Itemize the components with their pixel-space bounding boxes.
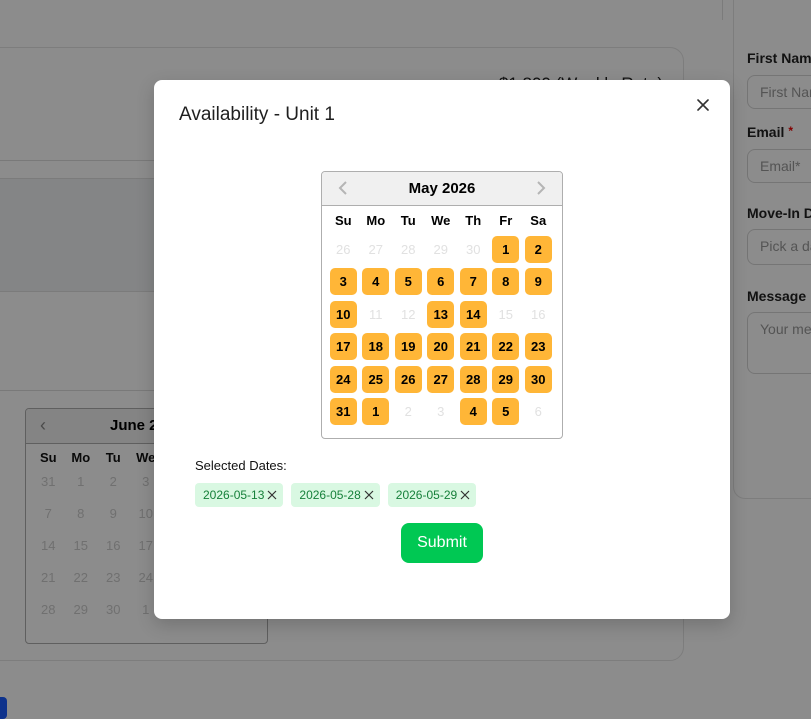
calendar-day-unavailable: 15: [498, 306, 513, 322]
calendar-day-unavailable: 16: [531, 306, 546, 322]
selected-date-text: 2026-05-13: [203, 488, 265, 502]
weekday-label: Fr: [499, 213, 513, 228]
close-icon: [364, 490, 374, 500]
calendar-day-unavailable: 28: [401, 241, 416, 257]
selected-date-text: 2026-05-29: [395, 488, 458, 502]
calendar-day-available[interactable]: 25: [362, 365, 390, 393]
calendar-day-available[interactable]: 29: [492, 365, 520, 393]
calendar-day-unavailable: 27: [368, 241, 383, 257]
calendar-header: May 2026: [322, 172, 562, 206]
submit-button[interactable]: Submit: [401, 523, 483, 563]
calendar-day-available[interactable]: 21: [459, 333, 487, 361]
calendar-day-available[interactable]: 6: [427, 268, 455, 296]
calendar-week: 3456789: [327, 266, 562, 299]
weekday-label: Tu: [400, 213, 416, 228]
calendar-day-available[interactable]: 22: [492, 333, 520, 361]
calendar-day-unavailable: 12: [401, 306, 416, 322]
calendar-day-available[interactable]: 28: [459, 365, 487, 393]
close-button[interactable]: [692, 94, 714, 116]
remove-date-button[interactable]: [364, 490, 374, 500]
calendar-weekdays: Su Mo Tu We Th Fr Sa: [322, 206, 562, 228]
calendar-week: 24 25 26 27 28 29 30: [327, 363, 562, 396]
calendar-day-available[interactable]: 3: [329, 268, 357, 296]
calendar-day-unavailable: 30: [466, 241, 481, 257]
close-icon: [267, 490, 277, 500]
calendar-day-available[interactable]: 8: [492, 268, 520, 296]
calendar-day-unavailable: 11: [369, 306, 383, 322]
remove-date-button[interactable]: [267, 490, 277, 500]
calendar-day-unavailable: 29: [433, 241, 448, 257]
calendar-week: 17 18 19 20 21 22 23: [327, 331, 562, 364]
modal-title: Availability - Unit 1: [179, 104, 335, 125]
selected-date-chip: 2026-05-29: [387, 483, 477, 507]
calendar-day-available[interactable]: 30: [524, 365, 552, 393]
calendar-day-available[interactable]: 31: [329, 398, 357, 426]
calendar-day-available[interactable]: 1: [492, 235, 520, 263]
weekday-label: Su: [334, 213, 352, 228]
calendar-day-available[interactable]: 5: [492, 398, 520, 426]
calendar-day-available[interactable]: 27: [427, 365, 455, 393]
calendar-day-available[interactable]: 26: [394, 365, 422, 393]
close-icon: [697, 99, 709, 111]
next-month-button[interactable]: [530, 177, 552, 199]
calendar-month-title: May 2026: [408, 180, 476, 197]
calendar-day-available[interactable]: 20: [427, 333, 455, 361]
calendar-day-available[interactable]: 13: [427, 300, 455, 328]
weekday-label: Sa: [530, 213, 547, 228]
calendar-day-available[interactable]: 4: [362, 268, 390, 296]
calendar-day-available[interactable]: 19: [394, 333, 422, 361]
calendar-day-available[interactable]: 14: [459, 300, 487, 328]
calendar-day-available[interactable]: 2: [524, 235, 552, 263]
calendar-day-available[interactable]: 9: [524, 268, 552, 296]
calendar-day-available[interactable]: 23: [524, 333, 552, 361]
weekday-label: Mo: [366, 213, 386, 228]
selected-dates-label: Selected Dates:: [195, 458, 287, 473]
calendar-day-unavailable: 6: [534, 404, 542, 420]
calendar-week: 26 27 28 29 30 1 2: [327, 233, 562, 266]
chevron-right-icon: [537, 181, 546, 195]
calendar-day-available[interactable]: 5: [394, 268, 422, 296]
calendar-day-unavailable: 2: [404, 404, 412, 420]
selected-dates-list: 2026-05-13 2026-05-28 2026-05-29: [195, 483, 477, 507]
calendar-week: 10 11 12 13 14 15 16: [327, 298, 562, 331]
remove-date-button[interactable]: [460, 490, 470, 500]
weekday-label: Th: [465, 213, 482, 228]
availability-modal: Availability - Unit 1 May 2026 Su Mo Tu We T…: [154, 80, 730, 619]
calendar-day-available[interactable]: 10: [329, 300, 357, 328]
close-icon: [460, 490, 470, 500]
selected-date-chip: 2026-05-28: [291, 483, 380, 507]
calendar-week: 31 1 2 3 4 5 6: [327, 396, 562, 429]
calendar-day-available[interactable]: 1: [362, 398, 390, 426]
calendar-day-unavailable: 3: [437, 404, 445, 420]
availability-calendar: May 2026 Su Mo Tu We Th Fr Sa 26 27 28 29 30 1 2 3 4 5 6…: [321, 171, 563, 439]
calendar-day-available[interactable]: 17: [329, 333, 357, 361]
selected-date-text: 2026-05-28: [299, 488, 361, 502]
calendar-grid: 26 27 28 29 30 1 2 3 4 5 6 7 8 9 10 11 12 13 14 15 16 17 18 19 2…: [322, 228, 562, 428]
calendar-day-available[interactable]: 18: [362, 333, 390, 361]
calendar-day-unavailable: 26: [336, 241, 351, 257]
calendar-day-available[interactable]: 4: [459, 398, 487, 426]
weekday-label: We: [431, 213, 451, 228]
selected-date-chip: 2026-05-13: [195, 483, 284, 507]
calendar-day-available[interactable]: 24: [329, 365, 357, 393]
calendar-day-available[interactable]: 7: [459, 268, 487, 296]
